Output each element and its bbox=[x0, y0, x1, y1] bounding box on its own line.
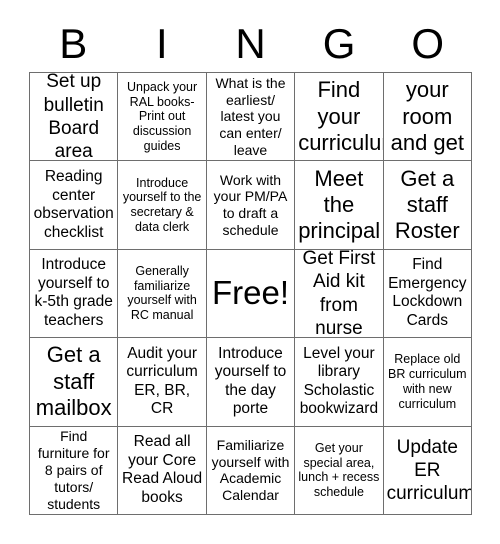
bingo-cell[interactable]: Get a staff Roster bbox=[383, 161, 472, 250]
bingo-cell[interactable]: Get your special area, lunch + recess sc… bbox=[295, 426, 384, 515]
bingo-cell-text: Read all your Core Read Aloud books bbox=[122, 433, 203, 506]
bingo-cell-text: Introduce yourself to k-5th grade teache… bbox=[34, 256, 113, 330]
bingo-cell-text: Find furniture for 8 pairs of tutors/ st… bbox=[37, 428, 110, 512]
bingo-cell[interactable]: Audit your curriculum ER, BR, CR bbox=[118, 338, 207, 427]
bingo-cell-text: Introduce yourself to the secretary & da… bbox=[122, 175, 202, 234]
bingo-grid: Set up bulletin Board area Unpack your R… bbox=[29, 72, 472, 515]
bingo-cell-text: Work with your PM/PA to draft a schedule bbox=[213, 171, 288, 238]
bingo-cell[interactable]: Find furniture for 8 pairs of tutors/ st… bbox=[30, 426, 119, 515]
bingo-cell[interactable]: Unpack your RAL books- Print out discuss… bbox=[118, 73, 207, 162]
bingo-cell[interactable]: Reading center observation checklist bbox=[30, 161, 119, 250]
bingo-cell[interactable]: Set up bulletin Board area bbox=[30, 73, 119, 162]
bingo-cell[interactable]: Work with your PM/PA to draft a schedule bbox=[206, 161, 296, 250]
bingo-cell-text: Get your special area, lunch + recess sc… bbox=[298, 440, 380, 500]
bingo-header-letter-g: G bbox=[322, 20, 356, 67]
bingo-cell-text: Free! bbox=[211, 274, 289, 312]
bingo-cell-text: Level your library Scholastic bookwizard bbox=[299, 344, 379, 418]
bingo-cell[interactable]: Introduce yourself to k-5th grade teache… bbox=[30, 249, 119, 339]
bingo-cell-text: Replace old BR curriculum with new curri… bbox=[388, 352, 467, 411]
bingo-cell-text: Meet the principal bbox=[298, 165, 381, 244]
bingo-cell-text: Get First Aid kit from nurse bbox=[302, 249, 376, 339]
bingo-cell-text: Reading center observation checklist bbox=[33, 167, 114, 241]
bingo-cell[interactable]: Introduce yourself to the secretary & da… bbox=[118, 161, 207, 250]
bingo-cell[interactable]: Familiarize yourself with Academic Calen… bbox=[206, 426, 296, 515]
bingo-header-letter-n: N bbox=[235, 20, 266, 67]
bingo-cell-text: Find your room and get a key! bbox=[390, 73, 464, 160]
bingo-cell[interactable]: Level your library Scholastic bookwizard bbox=[295, 338, 384, 427]
bingo-cell[interactable]: Get First Aid kit from nurse bbox=[295, 249, 384, 339]
bingo-header-letter-i: I bbox=[156, 20, 168, 67]
bingo-cell-free-space[interactable]: Free! bbox=[206, 249, 296, 339]
bingo-cell[interactable]: Get a staff mailbox bbox=[30, 338, 119, 427]
bingo-cell-text: What is the earliest/ latest you can ent… bbox=[215, 74, 286, 158]
bingo-cell[interactable]: Find your room and get a key! bbox=[383, 73, 472, 162]
bingo-cell[interactable]: Find your curriculum bbox=[295, 73, 384, 162]
bingo-cell[interactable]: Introduce yourself to the day porte bbox=[206, 338, 296, 427]
bingo-cell-text: Generally familiarize yourself with RC m… bbox=[127, 263, 197, 323]
bingo-card: B I N G O Set up bulletin Board area Unp… bbox=[0, 0, 500, 544]
bingo-cell-text: Unpack your RAL books- Print out discuss… bbox=[127, 79, 198, 153]
bingo-cell-text: Set up bulletin Board area bbox=[43, 73, 104, 162]
bingo-cell[interactable]: Find Emergency Lockdown Cards bbox=[383, 249, 472, 339]
bingo-cell[interactable]: Replace old BR curriculum with new curri… bbox=[383, 338, 472, 427]
bingo-cell[interactable]: Read all your Core Read Aloud books bbox=[118, 426, 207, 515]
bingo-cell-text: Get a staff Roster bbox=[394, 165, 460, 244]
bingo-cell-text: Audit your curriculum ER, BR, CR bbox=[126, 344, 198, 418]
bingo-header-letter-b: B bbox=[59, 20, 88, 67]
bingo-cell-text: Find Emergency Lockdown Cards bbox=[388, 256, 467, 330]
bingo-cell-text: Familiarize yourself with Academic Calen… bbox=[211, 436, 290, 504]
bingo-header: B I N G O bbox=[29, 16, 472, 72]
bingo-cell-text: Get a staff mailbox bbox=[35, 342, 112, 421]
bingo-cell-text: Update ER curriculum bbox=[386, 436, 472, 504]
bingo-cell[interactable]: Meet the principal bbox=[295, 161, 384, 250]
bingo-cell-text: Introduce yourself to the day porte bbox=[214, 344, 287, 418]
bingo-cell[interactable]: What is the earliest/ latest you can ent… bbox=[206, 73, 296, 162]
bingo-cell[interactable]: Generally familiarize yourself with RC m… bbox=[118, 249, 207, 339]
bingo-cell[interactable]: Update ER curriculum bbox=[383, 426, 472, 515]
bingo-header-letter-o: O bbox=[411, 20, 444, 67]
bingo-cell-text: Find your curriculum bbox=[298, 77, 382, 155]
